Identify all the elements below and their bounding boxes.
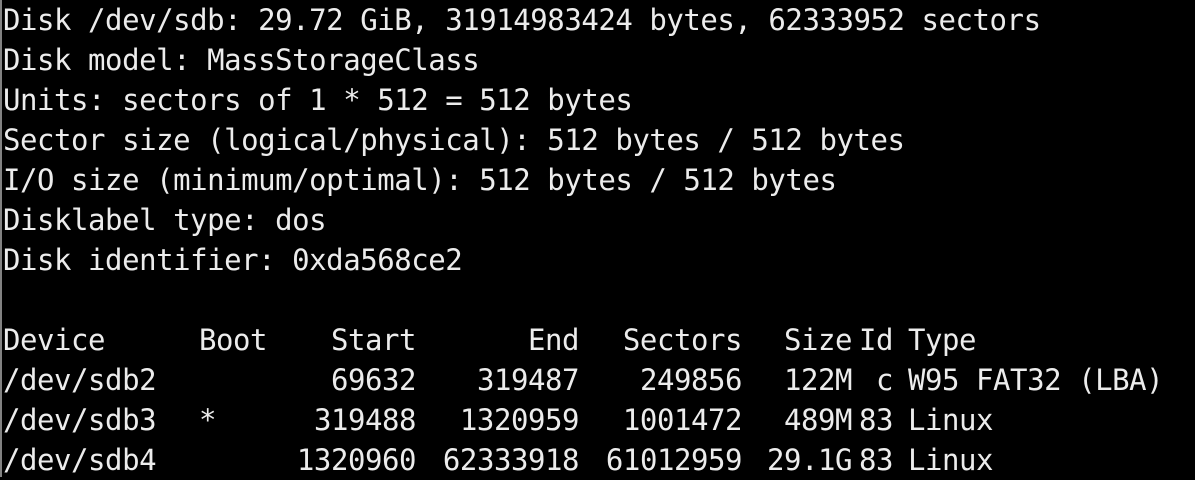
disk-identifier-line: Disk identifier: 0xda568ce2 bbox=[3, 243, 463, 277]
disk-model-line: Disk model: MassStorageClass bbox=[3, 43, 480, 77]
disk-summary-line: Disk /dev/sdb: 29.72 GiB, 31914983424 by… bbox=[3, 3, 1041, 37]
partition-boot bbox=[199, 360, 271, 400]
partition-device: /dev/sdb3 bbox=[3, 403, 157, 437]
partition-type: Linux bbox=[908, 403, 994, 437]
partition-device: /dev/sdb2 bbox=[3, 363, 157, 397]
partition-size: 29.1G bbox=[766, 443, 853, 477]
partition-sectors: 249856 bbox=[639, 363, 743, 397]
partition-size: 122M bbox=[783, 363, 852, 397]
partition-start: 319488 bbox=[313, 403, 417, 437]
partition-row: /dev/sdb3 * 319488 1320959 1001472 489M … bbox=[3, 400, 1195, 440]
terminal-output[interactable]: Disk /dev/sdb: 29.72 GiB, 31914983424 by… bbox=[0, 0, 1195, 477]
partition-id: c bbox=[875, 363, 893, 397]
header-device: Device bbox=[3, 323, 106, 357]
header-type: Type bbox=[908, 323, 977, 357]
partition-end: 1320959 bbox=[459, 403, 580, 437]
partition-table-header: Device Boot Start End Sectors Size Id Ty… bbox=[3, 320, 1195, 360]
partition-size: 489M bbox=[783, 403, 852, 437]
sector-size-line: Sector size (logical/physical): 512 byte… bbox=[3, 123, 905, 157]
partition-id: 83 bbox=[858, 443, 893, 477]
header-start: Start bbox=[330, 323, 417, 357]
header-sectors: Sectors bbox=[622, 323, 743, 357]
partition-boot: * bbox=[199, 403, 217, 437]
partition-id: 83 bbox=[858, 403, 893, 437]
partition-device: /dev/sdb4 bbox=[3, 443, 157, 477]
partition-sectors: 1001472 bbox=[622, 403, 743, 437]
partition-sectors: 61012959 bbox=[605, 443, 743, 477]
partition-table: Device Boot Start End Sectors Size Id Ty… bbox=[3, 320, 1195, 480]
partition-row: /dev/sdb4 1320960 62333918 61012959 29.1… bbox=[3, 440, 1195, 480]
units-line: Units: sectors of 1 * 512 = 512 bytes bbox=[3, 83, 633, 117]
partition-start: 69632 bbox=[330, 363, 417, 397]
partition-type: Linux bbox=[908, 443, 994, 477]
header-id: Id bbox=[858, 323, 893, 357]
header-boot: Boot bbox=[199, 323, 268, 357]
partition-end: 62333918 bbox=[442, 443, 580, 477]
partition-start: 1320960 bbox=[296, 443, 417, 477]
io-size-line: I/O size (minimum/optimal): 512 bytes / … bbox=[3, 163, 837, 197]
partition-end: 319487 bbox=[476, 363, 580, 397]
header-end: End bbox=[527, 323, 579, 357]
disklabel-type-line: Disklabel type: dos bbox=[3, 203, 327, 237]
partition-row: /dev/sdb2 69632 319487 249856 122M c W95… bbox=[3, 360, 1195, 400]
header-size: Size bbox=[783, 323, 852, 357]
partition-boot bbox=[199, 440, 271, 480]
terminal-left-edge bbox=[0, 0, 2, 477]
partition-type: W95 FAT32 (LBA) bbox=[908, 363, 1164, 397]
